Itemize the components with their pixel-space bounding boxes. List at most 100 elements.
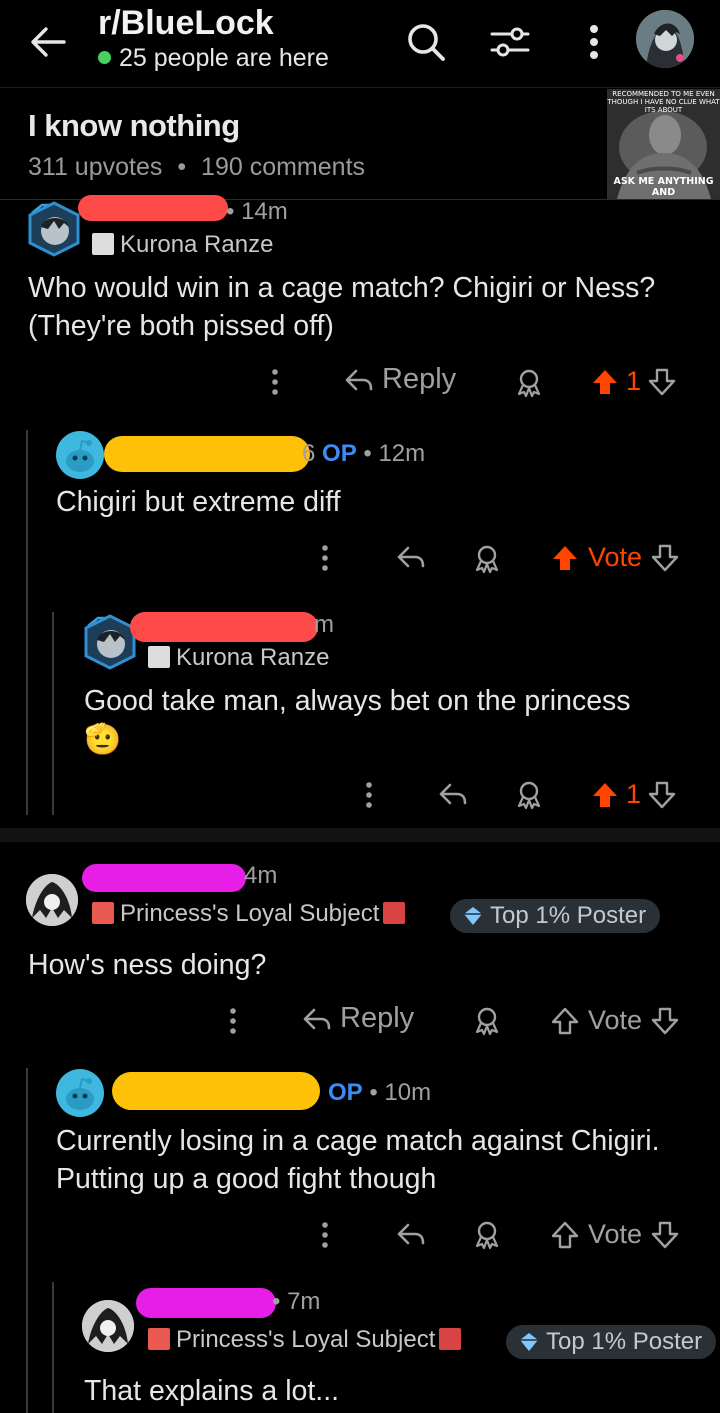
award-icon[interactable]: [514, 780, 544, 810]
user-flair: Kurona Ranze: [148, 644, 329, 672]
top-poster-badge[interactable]: Top 1% Poster: [506, 1325, 717, 1359]
upvote-icon[interactable]: [590, 780, 620, 810]
thread-line: [26, 1068, 28, 1413]
thread-line: [52, 612, 54, 815]
comment-body: That explains a lot...: [84, 1375, 340, 1407]
op-badge: OP: [328, 1079, 363, 1106]
comment-time: • 7m: [272, 1288, 321, 1315]
reply-label: Reply: [382, 363, 457, 395]
comment-time: • 10m: [369, 1079, 432, 1106]
flair-text: Kurona Ranze: [176, 644, 330, 671]
commenter-avatar[interactable]: [26, 199, 82, 257]
vote-control: Vote: [550, 1219, 680, 1250]
flair-text: Princess's Loyal Subject: [120, 900, 380, 927]
vote-label: Vote: [588, 1219, 643, 1249]
op-badge: OP: [322, 440, 357, 467]
vote-score: 1: [626, 366, 642, 396]
achievement-icon: [464, 907, 482, 925]
vote-control: 1: [590, 366, 677, 397]
comment-body: Currently losing in a cage match against…: [56, 1125, 660, 1195]
achievement-icon: [520, 1333, 538, 1351]
more-vert-icon[interactable]: [584, 22, 604, 62]
award-icon[interactable]: [514, 368, 544, 398]
more-vert-icon[interactable]: [364, 781, 374, 809]
upvote-icon[interactable]: [590, 367, 620, 397]
flair-emoji-icon: [92, 233, 114, 255]
downvote-icon[interactable]: [647, 367, 677, 397]
saluting-emoji: 🫡: [84, 722, 122, 757]
reply-icon[interactable]: [396, 1221, 426, 1247]
top-poster-badge[interactable]: Top 1% Poster: [450, 899, 661, 933]
comment-body: Good take man, always bet on the princes…: [84, 685, 631, 717]
reply-label: Reply: [340, 1002, 415, 1034]
comment-meta: 6 OP • 12m: [302, 440, 425, 468]
more-vert-icon[interactable]: [320, 1221, 330, 1249]
snoo-avatar-icon[interactable]: [56, 1069, 104, 1117]
flair-text: Princess's Loyal Subject: [176, 1326, 436, 1353]
reply-icon[interactable]: [438, 781, 468, 807]
more-vert-icon[interactable]: [320, 544, 330, 572]
redacted-username: [82, 864, 246, 892]
meta-separator: •: [177, 153, 187, 181]
downvote-icon[interactable]: [647, 780, 677, 810]
badge-label: Top 1% Poster: [490, 902, 647, 929]
flair-text: Kurona Ranze: [120, 231, 274, 258]
comment-time: 4m: [244, 862, 278, 889]
flair-emoji-icon: [148, 646, 170, 668]
downvote-icon[interactable]: [650, 543, 680, 573]
thread-line: [26, 430, 28, 815]
vote-control: Vote: [550, 1005, 680, 1036]
post-title[interactable]: I know nothing: [28, 108, 240, 144]
redacted-username: [136, 1288, 276, 1318]
user-flair: Kurona Ranze: [92, 231, 273, 259]
commenter-avatar[interactable]: [82, 612, 138, 670]
snoo-avatar-icon[interactable]: [56, 431, 104, 479]
flair-emoji-icon: [92, 902, 114, 924]
reply-button[interactable]: Reply: [302, 1002, 414, 1035]
thread-line: [52, 1282, 54, 1413]
online-count: 25 people are here: [98, 44, 329, 73]
comment-count: 190 comments: [201, 153, 366, 181]
comment-meta: OP • 10m: [328, 1079, 431, 1107]
back-arrow-icon[interactable]: [28, 22, 68, 62]
redacted-username: [104, 436, 310, 472]
reply-icon[interactable]: [396, 544, 426, 570]
post-thumbnail[interactable]: RECOMMENDED TO ME EVEN THOUGH I HAVE NO …: [607, 89, 720, 199]
subreddit-name[interactable]: r/BlueLock: [98, 4, 274, 43]
reply-icon: [345, 369, 373, 390]
downvote-icon[interactable]: [650, 1006, 680, 1036]
reply-button[interactable]: Reply: [344, 363, 456, 396]
search-icon[interactable]: [404, 20, 448, 64]
vote-score: 1: [626, 779, 642, 809]
commenter-avatar[interactable]: [82, 1300, 134, 1352]
upvote-count: 311 upvotes: [28, 153, 163, 181]
online-dot-icon: [98, 51, 111, 64]
flair-emoji-icon: [383, 902, 406, 924]
vote-control: Vote: [550, 542, 680, 573]
comment-body: How's ness doing?: [28, 949, 267, 981]
comment-body: Chigiri but extreme diff: [56, 486, 341, 518]
flair-emoji-icon: [439, 1328, 462, 1350]
comment-time: • 12m: [363, 440, 426, 467]
award-icon[interactable]: [472, 1006, 502, 1036]
app-header: r/BlueLock 25 people are here: [0, 0, 720, 88]
vote-label: Vote: [588, 1005, 643, 1035]
comment-time: m: [314, 611, 334, 638]
award-icon[interactable]: [472, 544, 502, 574]
filter-icon[interactable]: [488, 20, 532, 64]
online-text: 25 people are here: [119, 44, 329, 72]
user-flair: Princess's Loyal Subject: [148, 1326, 467, 1354]
upvote-icon[interactable]: [550, 1220, 580, 1250]
redacted-username: [112, 1072, 320, 1110]
more-vert-icon[interactable]: [228, 1007, 238, 1035]
upvote-icon[interactable]: [550, 1006, 580, 1036]
username-fragment: 6: [302, 440, 316, 467]
upvote-icon[interactable]: [550, 543, 580, 573]
downvote-icon[interactable]: [650, 1220, 680, 1250]
more-vert-icon[interactable]: [270, 368, 280, 396]
flair-emoji-icon: [148, 1328, 170, 1350]
commenter-avatar[interactable]: [26, 874, 78, 926]
award-icon[interactable]: [472, 1220, 502, 1250]
user-avatar[interactable]: [636, 10, 694, 68]
vote-control: 1: [590, 779, 677, 810]
